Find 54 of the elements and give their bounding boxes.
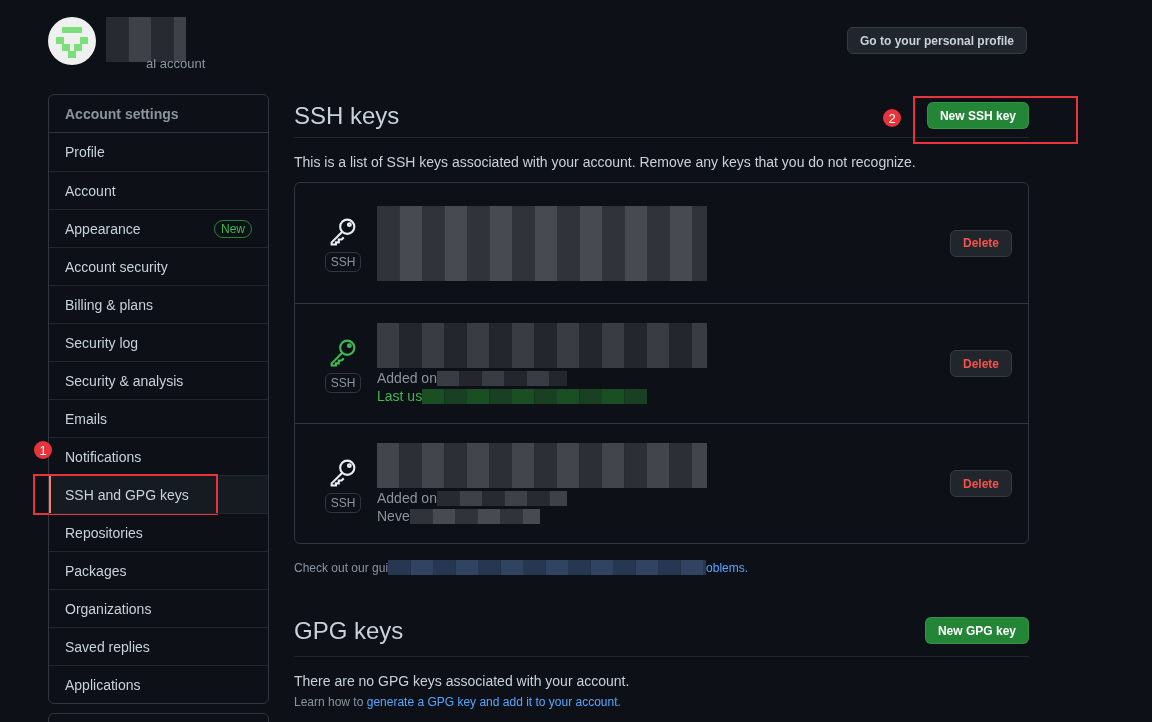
menu-heading: Account settings [49,95,268,133]
menu-item-label: Account [65,182,116,199]
menu-item[interactable]: Emails [49,399,268,437]
guide-link[interactable]: oblems. [706,560,749,575]
menu-item-label: Organizations [65,600,152,617]
menu-item[interactable]: Repositories [49,513,268,551]
delete-button[interactable]: Delete [949,350,1012,377]
key-detail-text: Added on [377,370,437,386]
menu-item[interactable]: Applications [49,665,268,703]
key-detail-text: Neve [377,508,410,524]
menu-item[interactable]: SSH and GPG keys [49,475,268,513]
menu-item[interactable]: Account [49,171,268,209]
menu-item-label: Repositories [65,524,143,541]
menu-item-label: Emails [65,410,107,427]
menu-item-label: Profile [65,144,105,160]
account-subtitle: al account [146,56,206,71]
menu-item-label: Packages [65,562,127,579]
key-detail-text: Added on [377,490,437,506]
learn-text: Learn how to generate a GPG key and add it to your account. [294,695,622,709]
section-description: This is a list of SSH keys associated with your account. Remove any keys that you do not recognize. [294,154,917,170]
delete-button[interactable]: Delete [949,229,1012,257]
key-type-label: SSH [324,372,362,393]
new-ssh-key-button[interactable]: New SSH key [926,102,1029,129]
annotation-marker: 2 [883,109,901,127]
menu-item-label: SSH and GPG keys [65,486,189,503]
menu-item[interactable]: Packages [49,551,268,589]
menu-item[interactable]: Appearance New [49,209,268,247]
annotation-marker: 1 [34,441,52,459]
menu-item-label: Billing & plans [65,296,153,313]
menu-item[interactable]: Saved replies [49,627,268,665]
section-title: SSH keys [294,101,400,130]
menu-item[interactable]: Profile [49,133,268,171]
menu-item-label: Security log [65,334,139,351]
section-title: GPG keys [294,616,404,645]
delete-button[interactable]: Delete [949,470,1012,497]
menu-item[interactable]: Account security [49,247,268,285]
new-gpg-key-button[interactable]: New GPG key [924,617,1029,644]
guide-text: Check out our gui [294,560,389,575]
menu-item-label: Saved replies [65,638,150,655]
menu-item-label: Appearance [65,220,141,237]
menu-item[interactable]: Security & analysis [49,361,268,399]
key-type-label: SSH [324,492,362,513]
key-type-label: SSH [324,252,362,272]
key-detail-text: Last us [377,388,423,404]
menu-item[interactable]: Billing & plans [49,285,268,323]
menu-item-label: Notifications [65,448,142,465]
menu-item[interactable]: Organizations [49,589,268,627]
learn-link[interactable]: generate a GPG key and add it to your account [366,695,618,709]
menu-item-label: Applications [65,676,141,693]
menu-item-label: Account security [65,258,168,275]
menu-item-label: Security & analysis [65,372,184,389]
profile-button[interactable]: Go to your personal profile [847,27,1027,54]
empty-message: There are no GPG keys associated with your account. [294,673,631,689]
menu-item[interactable]: Security log [49,323,268,361]
